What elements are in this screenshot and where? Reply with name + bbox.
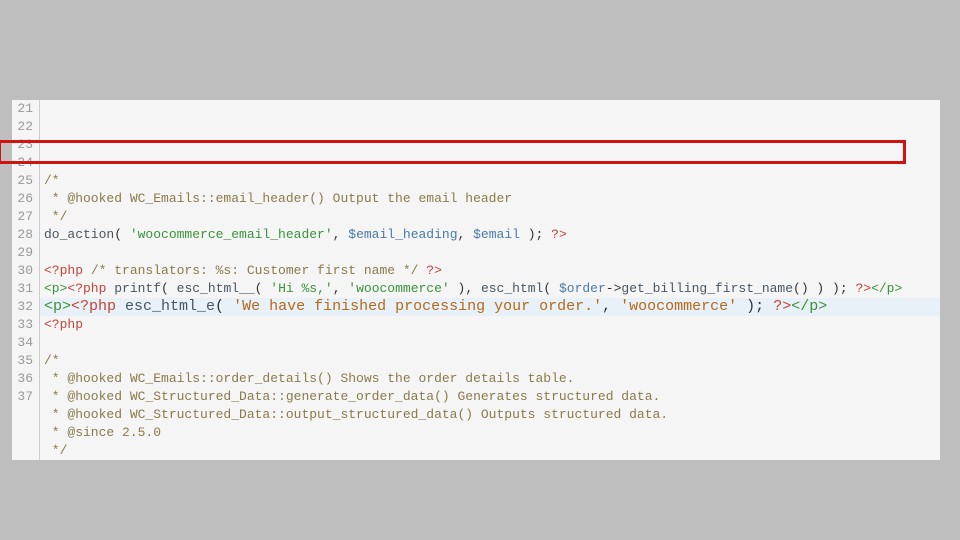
code-line[interactable]: */ bbox=[40, 208, 940, 226]
token-func: esc_html__ bbox=[177, 281, 255, 296]
code-line[interactable]: * @hooked WC_Structured_Data::output_str… bbox=[40, 406, 940, 424]
code-line[interactable]: * @hooked WC_Structured_Data::generate_o… bbox=[40, 388, 940, 406]
line-number: 33 bbox=[16, 316, 33, 334]
token-tag: <p> bbox=[44, 298, 71, 315]
token-default: ); bbox=[737, 298, 773, 315]
token-comment: /* translators: %s: Customer first name … bbox=[91, 263, 419, 278]
token-default: () ) ); bbox=[793, 281, 855, 296]
code-line[interactable]: * @since 2.5.0 bbox=[40, 424, 940, 442]
line-number: 28 bbox=[16, 226, 33, 244]
token-func: esc_html_e bbox=[125, 298, 215, 315]
line-number: 24 bbox=[16, 154, 33, 172]
token-string: 'We have finished processing your order.… bbox=[233, 298, 602, 315]
token-default: , bbox=[333, 227, 349, 242]
code-line[interactable]: * @hooked WC_Emails::order_details() Sho… bbox=[40, 370, 940, 388]
token-func: printf bbox=[114, 281, 161, 296]
code-line[interactable] bbox=[40, 334, 940, 352]
code-line[interactable]: /* bbox=[40, 352, 940, 370]
token-comment: * @hooked WC_Emails::email_header() Outp… bbox=[44, 191, 512, 206]
token-php: ?> bbox=[773, 298, 791, 315]
token-default: ); bbox=[520, 227, 551, 242]
code-area[interactable]: /* * @hooked WC_Emails::email_header() O… bbox=[40, 100, 940, 460]
code-line[interactable]: /* bbox=[40, 172, 940, 190]
token-default: ), bbox=[450, 281, 481, 296]
code-line[interactable]: */ bbox=[40, 442, 940, 460]
token-default: ( bbox=[255, 281, 271, 296]
token-func: get_billing_first_name bbox=[621, 281, 793, 296]
code-editor[interactable]: 2122232425262728293031323334353637 /* * … bbox=[12, 100, 940, 460]
line-number: 36 bbox=[16, 370, 33, 388]
token-default: ( bbox=[114, 227, 130, 242]
token-php: ?> bbox=[855, 281, 871, 296]
line-number: 21 bbox=[16, 100, 33, 118]
token-string: 'woocommerce' bbox=[348, 281, 449, 296]
token-comment: * @since 2.5.0 bbox=[44, 425, 161, 440]
line-number: 27 bbox=[16, 208, 33, 226]
line-number: 29 bbox=[16, 244, 33, 262]
token-comment: */ bbox=[44, 209, 67, 224]
token-default: ( bbox=[161, 281, 177, 296]
line-number-gutter: 2122232425262728293031323334353637 bbox=[12, 100, 40, 460]
code-line[interactable]: <p><?php printf( esc_html__( 'Hi %s,', '… bbox=[40, 280, 940, 298]
code-line[interactable]: <?php bbox=[40, 316, 940, 334]
code-line[interactable] bbox=[40, 244, 940, 262]
token-var: $email bbox=[473, 227, 520, 242]
line-number: 26 bbox=[16, 190, 33, 208]
line-number: 32 bbox=[16, 298, 33, 316]
line-number: 25 bbox=[16, 172, 33, 190]
line-number: 23 bbox=[16, 136, 33, 154]
token-tag: <p> bbox=[44, 281, 67, 296]
token-php: ?> bbox=[551, 227, 567, 242]
code-line[interactable]: <p><?php esc_html_e( 'We have finished p… bbox=[40, 298, 940, 316]
token-string: 'woocommerce_email_header' bbox=[130, 227, 333, 242]
line-number: 37 bbox=[16, 388, 33, 406]
token-php: <?php bbox=[44, 317, 83, 332]
token-string: 'Hi %s,' bbox=[270, 281, 332, 296]
line-number: 34 bbox=[16, 334, 33, 352]
token-php: <?php bbox=[71, 298, 125, 315]
code-line[interactable]: do_action( 'woocommerce_email_header', $… bbox=[40, 226, 940, 244]
token-op: -> bbox=[606, 281, 622, 296]
token-tag: </p> bbox=[791, 298, 827, 315]
token-php: <?php bbox=[44, 263, 91, 278]
token-default: , bbox=[602, 298, 620, 315]
line-number: 35 bbox=[16, 352, 33, 370]
token-default: , bbox=[458, 227, 474, 242]
code-line[interactable]: * @hooked WC_Emails::email_header() Outp… bbox=[40, 190, 940, 208]
token-comment: * @hooked WC_Structured_Data::generate_o… bbox=[44, 389, 660, 404]
token-php: ?> bbox=[418, 263, 441, 278]
token-default: ( bbox=[215, 298, 233, 315]
token-var: $order bbox=[559, 281, 606, 296]
line-number: 31 bbox=[16, 280, 33, 298]
line-number: 22 bbox=[16, 118, 33, 136]
token-default: ( bbox=[543, 281, 559, 296]
code-line[interactable] bbox=[40, 154, 940, 172]
line-number: 30 bbox=[16, 262, 33, 280]
token-string: 'woocommerce' bbox=[620, 298, 737, 315]
token-comment: /* bbox=[44, 173, 60, 188]
token-comment: */ bbox=[44, 443, 67, 458]
token-func: do_action bbox=[44, 227, 114, 242]
token-var: $email_heading bbox=[348, 227, 457, 242]
token-default: , bbox=[333, 281, 349, 296]
token-tag: </p> bbox=[871, 281, 902, 296]
token-func: esc_html bbox=[481, 281, 543, 296]
token-php: <?php bbox=[67, 281, 114, 296]
token-comment: * @hooked WC_Emails::order_details() Sho… bbox=[44, 371, 575, 386]
token-comment: * @hooked WC_Structured_Data::output_str… bbox=[44, 407, 668, 422]
code-line[interactable]: <?php /* translators: %s: Customer first… bbox=[40, 262, 940, 280]
token-comment: /* bbox=[44, 353, 60, 368]
